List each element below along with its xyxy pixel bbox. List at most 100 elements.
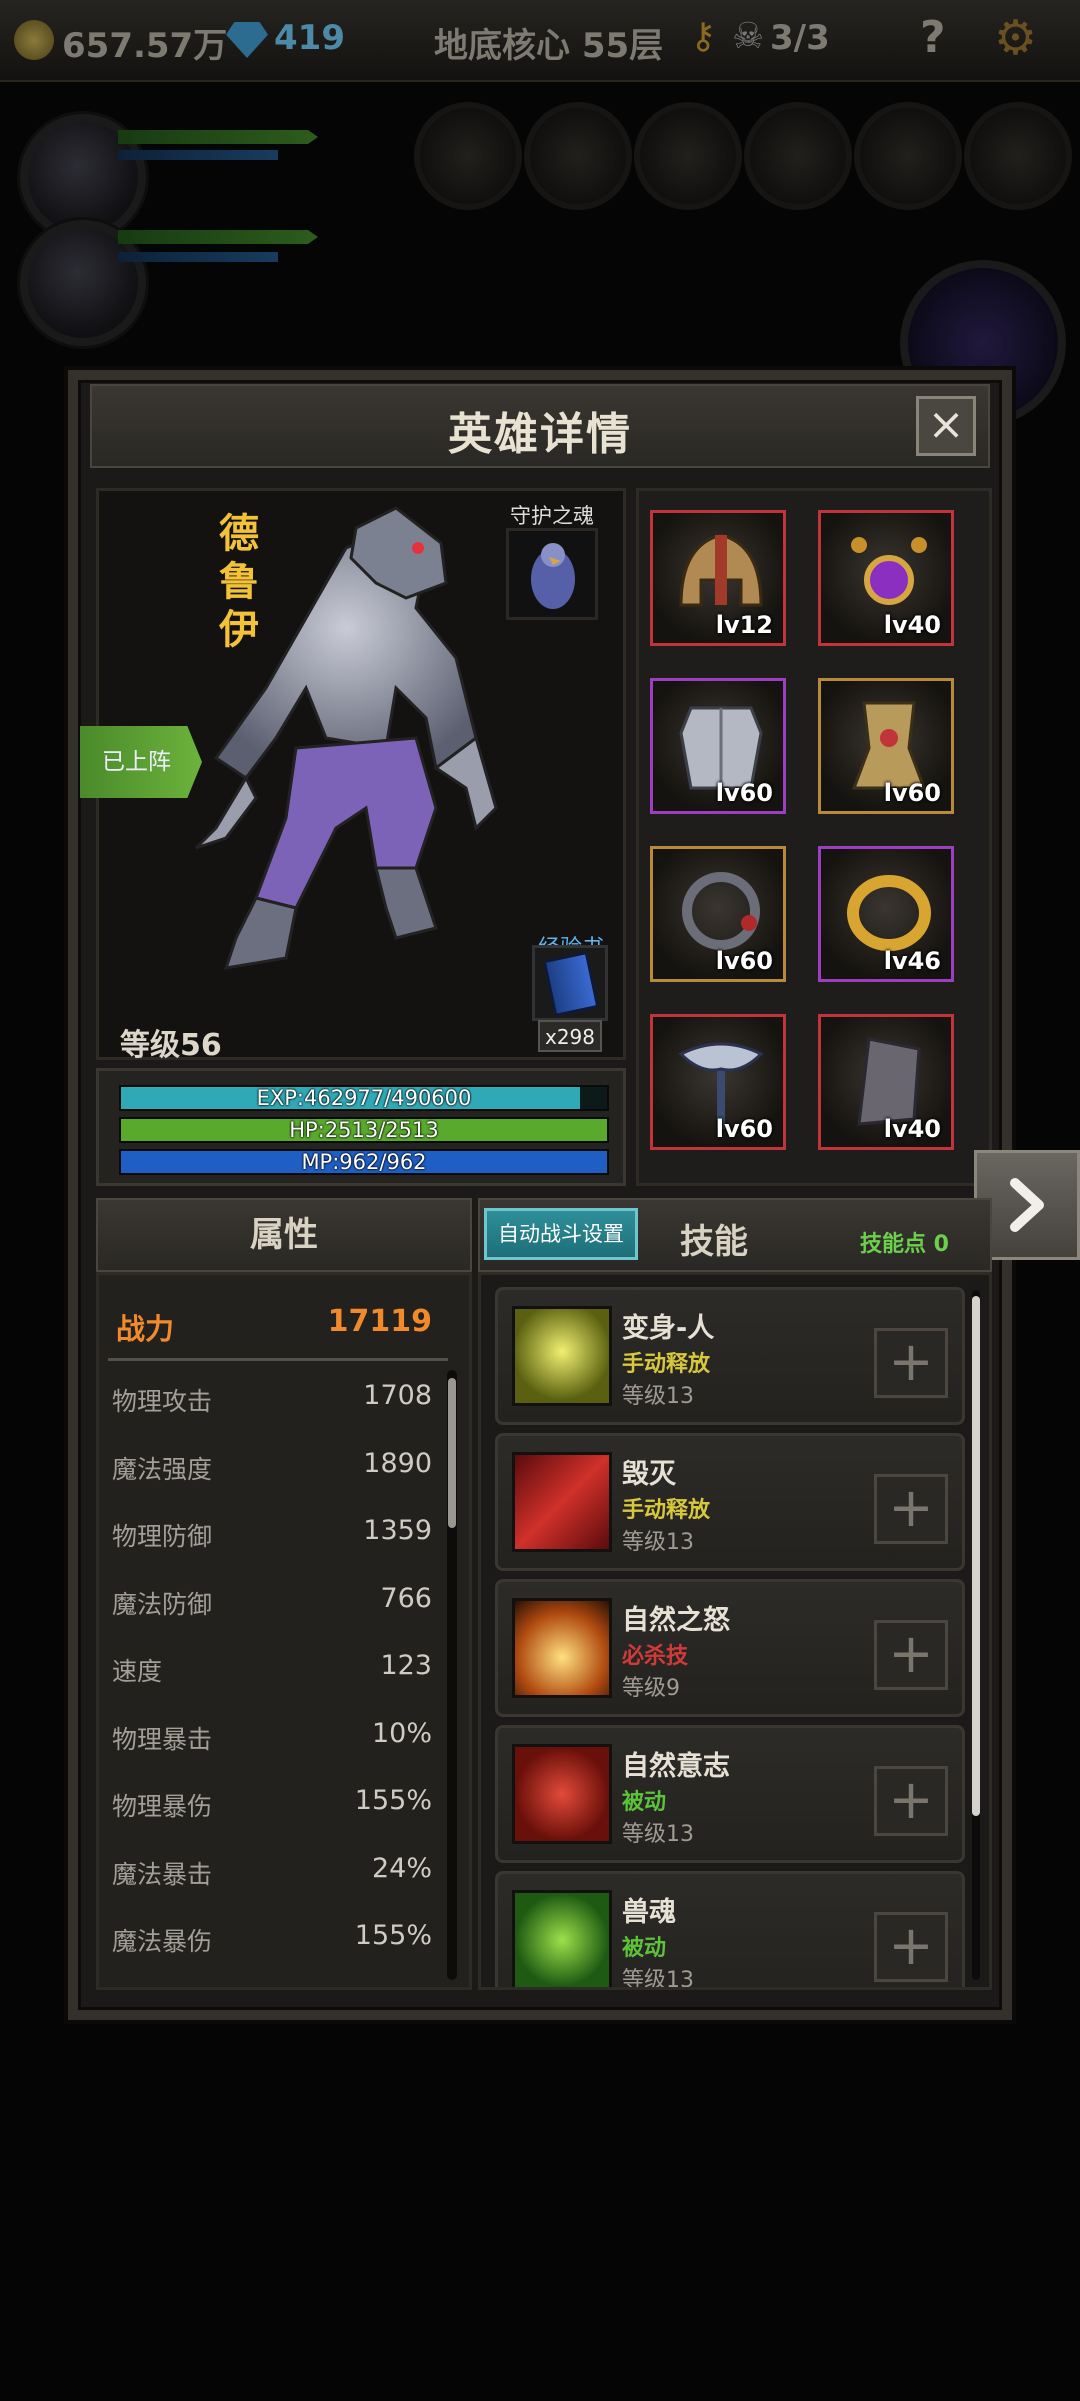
beast-soul-icon — [512, 1890, 612, 1987]
item-icon[interactable] — [634, 102, 742, 210]
leg-armor-icon — [851, 701, 927, 790]
skill-type: 被动 — [622, 1790, 667, 1815]
bracelet-icon — [682, 872, 760, 950]
skull-count: 3/3 — [770, 18, 830, 58]
equipment-slot-ring[interactable]: lv46 — [818, 846, 954, 982]
item-icon[interactable] — [524, 102, 632, 210]
skills-tab[interactable]: 技能 — [680, 1214, 748, 1263]
human-form-icon — [512, 1306, 612, 1406]
skills-scroll-thumb[interactable] — [972, 1296, 980, 1816]
skill-name: 毁灭 — [622, 1459, 676, 1490]
skill-item[interactable]: 毁灭手动释放等级13 + — [495, 1433, 965, 1571]
equipment-slot-helmet[interactable]: lv12 — [650, 510, 786, 646]
attribute-value: 155% — [354, 1785, 432, 1816]
skill-type: 手动释放 — [622, 1352, 711, 1377]
skill-item[interactable]: 自然之怒必杀技等级9 + — [495, 1579, 965, 1717]
attributes-scroll-thumb[interactable] — [448, 1378, 456, 1528]
equipment-level: lv40 — [883, 611, 941, 639]
skill-level: 等级13 — [622, 1384, 694, 1409]
attribute-value: 766 — [380, 1582, 432, 1614]
attribute-name: 物理攻击 — [112, 1387, 213, 1416]
equipment-slot-leg-armor[interactable]: lv60 — [818, 678, 954, 814]
gold-coin-icon — [14, 20, 54, 60]
equipment-level: lv60 — [883, 779, 941, 807]
exp-book-count: x298 — [538, 1020, 602, 1052]
attribute-value: 1890 — [363, 1447, 432, 1479]
item-icon[interactable] — [964, 102, 1072, 210]
divider — [108, 1358, 448, 1361]
help-button[interactable]: ? — [920, 12, 946, 63]
item-icon[interactable] — [414, 102, 522, 210]
skull-icon: ☠ — [732, 16, 765, 57]
guardian-bird-icon — [531, 543, 575, 609]
skill-type: 手动释放 — [622, 1498, 711, 1523]
hp-bar: HP:2513/2513 — [119, 1117, 609, 1143]
team-hero-hp-bar — [118, 230, 318, 244]
skill-item[interactable]: 自然意志被动等级13 + — [495, 1725, 965, 1863]
deployed-badge: 已上阵 — [80, 726, 202, 798]
equipment-slot-amulet[interactable]: lv40 — [818, 510, 954, 646]
hero-level: 等级56 — [120, 1028, 222, 1063]
item-icon[interactable] — [854, 102, 962, 210]
equipment-level: lv12 — [715, 611, 773, 639]
attribute-name: 速度 — [112, 1657, 163, 1686]
skill-level: 等级13 — [622, 1822, 694, 1847]
skill-item[interactable]: 兽魂 被动 等级13 + — [495, 1871, 965, 1990]
guardian-soul-label: 守护之魂 — [510, 504, 594, 528]
exp-book-button[interactable] — [532, 945, 608, 1021]
upgrade-skill-button[interactable]: + — [874, 1620, 948, 1690]
gem-amount: 419 — [274, 18, 345, 58]
attribute-value: 24% — [371, 1852, 432, 1884]
combat-power-value: 17119 — [327, 1304, 432, 1339]
skill-type: 被动 — [622, 1936, 667, 1961]
skill-level: 等级9 — [622, 1676, 680, 1701]
chevron-right-icon — [1010, 1178, 1044, 1232]
background-scene — [0, 80, 1080, 426]
skill-level: 等级13 — [622, 1530, 694, 1555]
skills-list: 变身-人 手动释放 等级13 + 毁灭 手动释放 等级13 + 自然之怒 必杀技 等级9 + 自然意志被… — [478, 1272, 992, 1990]
upgrade-skill-button[interactable]: + — [874, 1766, 948, 1836]
attribute-name: 魔法暴击 — [112, 1859, 213, 1889]
skill-level: 等级13 — [622, 1968, 694, 1990]
book-icon — [543, 952, 599, 1016]
team-hero-mp-bar — [118, 150, 278, 160]
combat-power-label: 战力 — [116, 1312, 175, 1346]
equipment-slot-axe[interactable]: lv60 — [650, 1014, 786, 1150]
guardian-soul-slot[interactable] — [506, 528, 598, 620]
skill-item[interactable]: 变身-人 手动释放 等级13 + — [495, 1287, 965, 1425]
item-icon[interactable] — [744, 102, 852, 210]
attributes-tab[interactable]: 属性 — [96, 1198, 472, 1272]
panel-title: 英雄详情 — [448, 409, 632, 460]
attribute-name: 魔法暴伤 — [112, 1927, 213, 1956]
settings-gear-icon[interactable]: ⚙ — [994, 10, 1037, 66]
equipment-slot-bracelet[interactable]: lv60 — [650, 846, 786, 982]
upgrade-skill-button[interactable]: + — [874, 1912, 948, 1982]
skill-name: 自然意志 — [622, 1751, 730, 1782]
exp-bar: EXP:462977/490600 — [119, 1085, 609, 1111]
attribute-name: 魔法防御 — [112, 1589, 213, 1619]
attribute-value: 1359 — [363, 1515, 432, 1546]
close-button[interactable]: × — [916, 396, 976, 456]
equipment-level: lv60 — [715, 779, 773, 807]
close-icon: × — [927, 399, 965, 450]
equipment-slot-shield[interactable]: lv40 — [818, 1014, 954, 1150]
auto-battle-settings-button[interactable]: 自动战斗设置 — [484, 1208, 638, 1260]
attribute-name: 物理暴击 — [112, 1724, 213, 1754]
equipment-level: lv46 — [883, 947, 941, 975]
attribute-name: 魔法强度 — [112, 1454, 213, 1484]
upgrade-skill-button[interactable]: + — [874, 1328, 948, 1398]
equipment-slot-chest-armor[interactable]: lv60 — [650, 678, 786, 814]
paw-print-icon — [512, 1744, 612, 1844]
equipment-level: lv60 — [715, 947, 773, 975]
upgrade-skill-button[interactable]: + — [874, 1474, 948, 1544]
team-hero-hp-bar — [118, 130, 318, 144]
skill-name: 自然之怒 — [622, 1605, 730, 1636]
skill-type: 必杀技 — [622, 1644, 689, 1669]
skill-points: 技能点 0 — [860, 1232, 949, 1257]
amulet-icon — [851, 537, 927, 605]
hero-name-char: 伊 — [219, 607, 259, 653]
exp-text: EXP:462977/490600 — [256, 1086, 472, 1110]
attribute-value: 10% — [371, 1717, 432, 1749]
nature-fury-icon — [512, 1598, 612, 1698]
claw-slash-icon — [512, 1452, 612, 1552]
